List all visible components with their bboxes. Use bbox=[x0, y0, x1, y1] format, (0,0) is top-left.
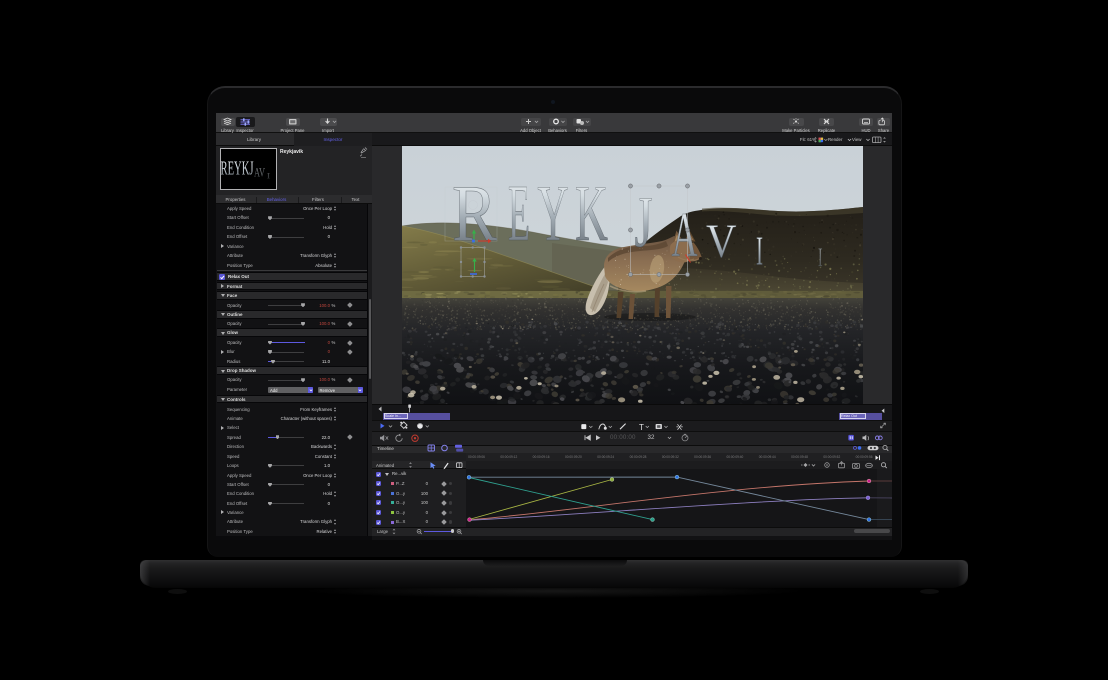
svg-text:E: E bbox=[508, 168, 530, 258]
svg-text:K: K bbox=[575, 168, 608, 258]
svg-text:I: I bbox=[756, 228, 763, 274]
svg-text:J: J bbox=[635, 182, 653, 263]
svg-text:A: A bbox=[672, 199, 698, 270]
svg-text:R: R bbox=[452, 168, 497, 258]
svg-text:V: V bbox=[706, 215, 737, 268]
svg-text:Y: Y bbox=[538, 168, 569, 258]
svg-text:I: I bbox=[818, 243, 823, 272]
